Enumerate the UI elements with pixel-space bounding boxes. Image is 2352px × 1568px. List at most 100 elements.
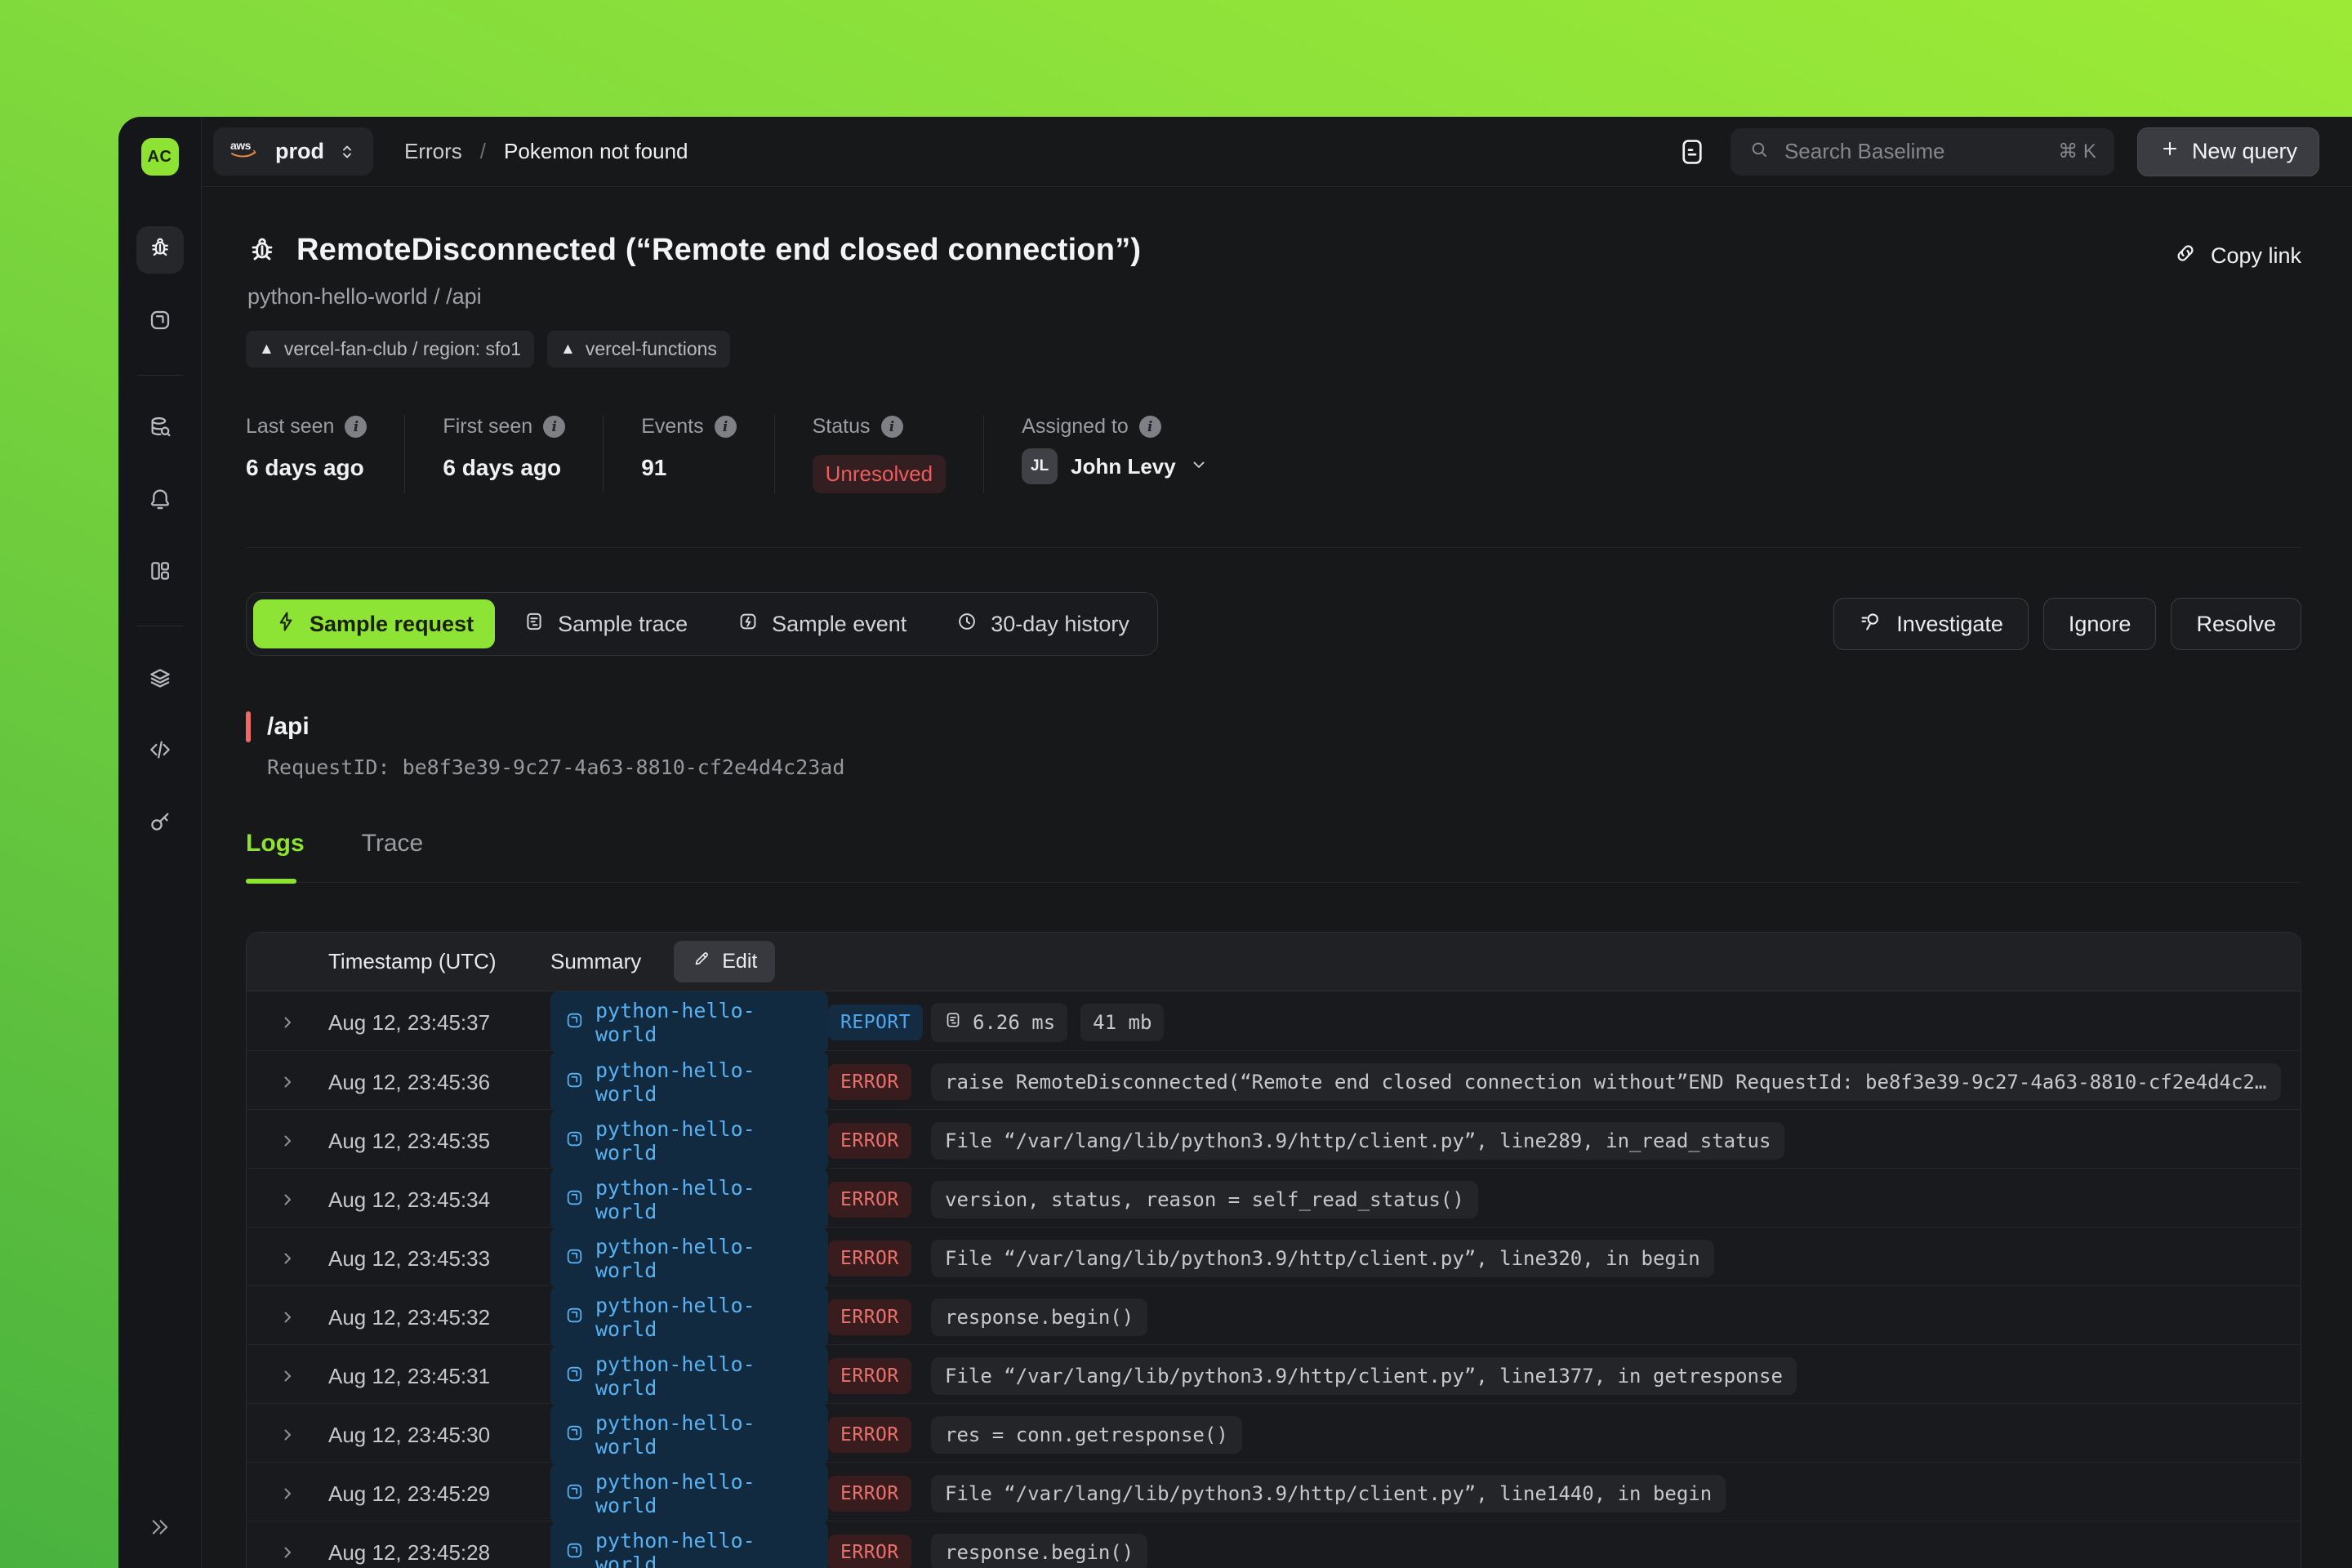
avatar[interactable]: AC xyxy=(141,138,179,176)
info-icon[interactable]: i xyxy=(543,416,565,438)
service-badge: python-hello-world xyxy=(550,1169,828,1231)
log-row[interactable]: Aug 12, 23:45:33 python-hello-world ERRO… xyxy=(247,1227,2301,1285)
info-icon[interactable]: i xyxy=(715,416,737,438)
issue-header: RemoteDisconnected (“Remote end closed c… xyxy=(246,233,2301,368)
log-message: File “/var/lang/lib/python3.9/http/clien… xyxy=(931,1357,1797,1395)
sidebar-item-keys[interactable] xyxy=(136,800,184,847)
trace-doc-icon xyxy=(523,610,546,639)
tab-sample-trace[interactable]: Sample trace xyxy=(501,599,709,648)
topbar-right: ⌘ K New query xyxy=(1677,127,2319,176)
vercel-triangle-icon: ▲ xyxy=(560,341,576,357)
copy-link-button[interactable]: Copy link xyxy=(2173,241,2301,271)
log-row[interactable]: Aug 12, 23:45:32 python-hello-world ERRO… xyxy=(247,1285,2301,1344)
service-badge: python-hello-world xyxy=(550,991,828,1054)
sidebar-item-stack[interactable] xyxy=(136,656,184,703)
log-row[interactable]: Aug 12, 23:45:31 python-hello-world ERRO… xyxy=(247,1344,2301,1403)
log-summary: response.begin() xyxy=(931,1534,2281,1568)
search-input[interactable] xyxy=(1784,139,2043,164)
error-indicator-bar xyxy=(246,711,251,742)
ignore-button[interactable]: Ignore xyxy=(2043,598,2157,650)
log-row[interactable]: Aug 12, 23:45:34 python-hello-world ERRO… xyxy=(247,1168,2301,1227)
log-message: response.begin() xyxy=(931,1534,1147,1568)
log-summary: version, status, reason = self_read_stat… xyxy=(931,1181,2281,1218)
sidebar-item-queries[interactable] xyxy=(136,405,184,452)
assignee-avatar: JL xyxy=(1022,448,1058,484)
expand-row-chevron-icon[interactable] xyxy=(278,1543,297,1562)
info-icon[interactable]: i xyxy=(1139,416,1161,438)
investigate-button[interactable]: Investigate xyxy=(1833,598,2029,650)
dashboard-icon xyxy=(147,558,173,588)
expand-row-chevron-icon[interactable] xyxy=(278,1072,297,1092)
search-icon xyxy=(1748,139,1770,164)
assignee-name: John Levy xyxy=(1071,454,1176,479)
link-icon xyxy=(2173,241,2198,271)
package-icon xyxy=(564,1481,585,1507)
log-table: Timestamp (UTC) Summary Edit Aug 12, 23:… xyxy=(246,932,2301,1568)
log-row[interactable]: Aug 12, 23:45:30 python-hello-world ERRO… xyxy=(247,1403,2301,1462)
status-badge: Unresolved xyxy=(813,455,947,493)
new-query-button[interactable]: New query xyxy=(2137,127,2319,176)
notepad-icon[interactable] xyxy=(1677,135,1708,169)
stats-row: Last seeni 6 days ago First seeni 6 days… xyxy=(246,415,2301,493)
log-row[interactable]: Aug 12, 23:45:36 python-hello-world ERRO… xyxy=(247,1050,2301,1109)
database-search-icon xyxy=(147,414,173,444)
tab-trace[interactable]: Trace xyxy=(362,830,424,882)
package-icon xyxy=(564,1129,585,1154)
button-label: Investigate xyxy=(1896,612,2003,637)
resolve-button[interactable]: Resolve xyxy=(2171,598,2301,650)
breadcrumb-section[interactable]: Errors xyxy=(404,139,462,164)
expand-row-chevron-icon[interactable] xyxy=(278,1013,297,1032)
info-icon[interactable]: i xyxy=(345,416,367,438)
topbar: aws prod Errors / Pokemon not found xyxy=(202,117,2352,187)
log-level-badge: ERROR xyxy=(828,1299,911,1335)
sidebar-item-services[interactable] xyxy=(136,298,184,345)
log-timestamp: Aug 12, 23:45:30 xyxy=(328,1423,550,1448)
sidebar-item-dashboards[interactable] xyxy=(136,549,184,596)
log-metric: 41 mb xyxy=(1080,1004,1164,1041)
log-message: File “/var/lang/lib/python3.9/http/clien… xyxy=(931,1122,1784,1160)
edit-columns-button[interactable]: Edit xyxy=(674,941,775,982)
assignee-selector[interactable]: JL John Levy xyxy=(1022,448,1209,484)
log-row[interactable]: Aug 12, 23:45:29 python-hello-world ERRO… xyxy=(247,1462,2301,1521)
expand-row-chevron-icon[interactable] xyxy=(278,1425,297,1445)
sidebar-expand-button[interactable] xyxy=(148,1515,172,1544)
log-level-badge: ERROR xyxy=(828,1182,911,1218)
search-bar[interactable]: ⌘ K xyxy=(1731,128,2114,176)
endpoint-header: /api xyxy=(246,711,2301,742)
tab-label: Sample event xyxy=(772,612,906,637)
expand-row-chevron-icon[interactable] xyxy=(278,1249,297,1268)
info-icon[interactable]: i xyxy=(881,416,903,438)
app-window: AC xyxy=(118,117,2352,1568)
stat-value: 91 xyxy=(641,455,736,481)
tab-30-day-history[interactable]: 30-day history xyxy=(934,599,1151,648)
sidebar-item-errors[interactable] xyxy=(136,226,184,274)
sidebar-item-alerts[interactable] xyxy=(136,477,184,524)
log-row[interactable]: Aug 12, 23:45:37 python-hello-world REPO… xyxy=(247,991,2301,1050)
sidebar-divider xyxy=(137,375,183,376)
log-row[interactable]: Aug 12, 23:45:28 python-hello-world ERRO… xyxy=(247,1521,2301,1568)
package-icon xyxy=(564,1540,585,1566)
expand-row-chevron-icon[interactable] xyxy=(278,1366,297,1386)
log-summary: 6.26 ms41 mb xyxy=(931,1003,2281,1042)
expand-row-chevron-icon[interactable] xyxy=(278,1307,297,1327)
service-badge: python-hello-world xyxy=(550,1227,828,1290)
log-summary: response.begin() xyxy=(931,1298,2281,1336)
environment-selector[interactable]: aws prod xyxy=(213,127,373,176)
endpoint-path: /api xyxy=(267,713,310,741)
tab-logs[interactable]: Logs xyxy=(246,830,305,882)
sample-tab-group: Sample request Sample trace Sample event… xyxy=(246,592,1158,656)
log-row[interactable]: Aug 12, 23:45:35 python-hello-world ERRO… xyxy=(247,1109,2301,1168)
expand-row-chevron-icon[interactable] xyxy=(278,1131,297,1151)
expand-row-chevron-icon[interactable] xyxy=(278,1484,297,1503)
sidebar-item-code[interactable] xyxy=(136,728,184,775)
tab-sample-request[interactable]: Sample request xyxy=(253,599,495,648)
tag-row: ▲ vercel-fan-club / region: sfo1 ▲ verce… xyxy=(246,331,1141,368)
tab-sample-event[interactable]: Sample event xyxy=(715,599,928,648)
new-query-label: New query xyxy=(2192,139,2297,164)
log-timestamp: Aug 12, 23:45:31 xyxy=(328,1364,550,1389)
expand-row-chevron-icon[interactable] xyxy=(278,1190,297,1209)
log-level-badge: ERROR xyxy=(828,1417,911,1453)
package-icon xyxy=(564,1010,585,1036)
log-level-badge: ERROR xyxy=(828,1241,911,1276)
main-area: aws prod Errors / Pokemon not found xyxy=(202,117,2352,1568)
